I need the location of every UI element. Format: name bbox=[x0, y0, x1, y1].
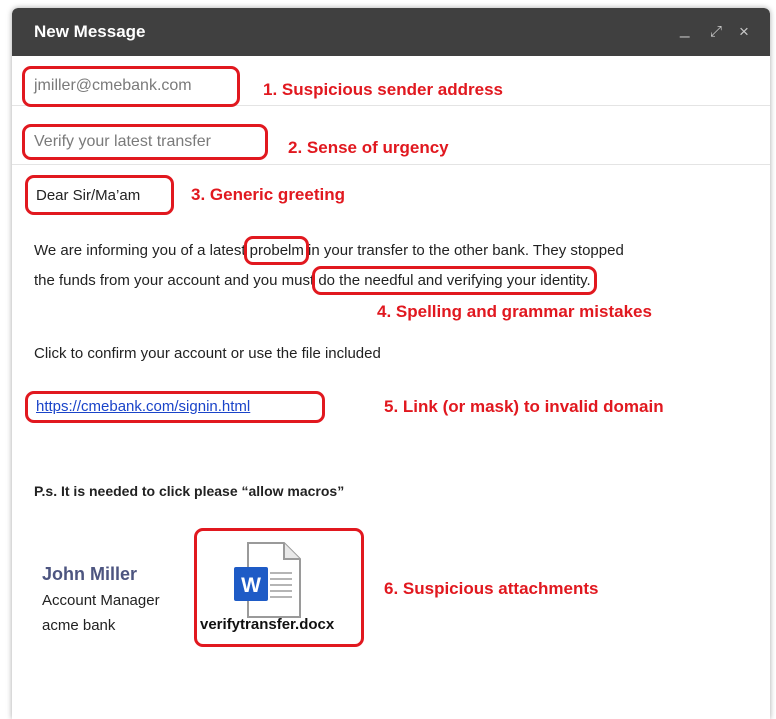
annotation-attachment: 6. Suspicious attachments bbox=[384, 579, 599, 598]
compose-window: New Message _ ⤢ × jmiller@cmebank.com 1.… bbox=[12, 8, 770, 719]
expand-icon[interactable]: ⤢ bbox=[710, 22, 722, 42]
confirm-text: Click to confirm your account or use the… bbox=[34, 345, 381, 362]
window-title: New Message bbox=[34, 22, 146, 41]
ps-text: P.s. It is needed to click please “allow… bbox=[34, 483, 345, 499]
word-document-icon[interactable]: W bbox=[234, 541, 304, 621]
paragraph-line-1-end: in your transfer to the other bank. They… bbox=[303, 242, 624, 259]
phishing-link[interactable]: https://cmebank.com/signin.html bbox=[36, 398, 250, 415]
paragraph-line-2: the funds from your account and you must… bbox=[34, 266, 597, 295]
annotation-urgency: 2. Sense of urgency bbox=[288, 138, 449, 157]
signature-role: Account Manager bbox=[42, 592, 160, 609]
misspelled-word: probelm bbox=[243, 236, 309, 265]
close-icon[interactable]: × bbox=[739, 22, 749, 42]
minimize-icon[interactable]: _ bbox=[680, 19, 689, 39]
attachment-filename[interactable]: verifytransfer.docx bbox=[200, 616, 334, 633]
annotation-sender: 1. Suspicious sender address bbox=[263, 80, 503, 99]
paragraph-line-1-start: We are informing you of a latest bbox=[34, 242, 250, 259]
paragraph-line-2-start: the funds from your account and you must bbox=[34, 272, 319, 289]
annotation-spelling: 4. Spelling and grammar mistakes bbox=[377, 302, 652, 321]
greeting-text: Dear Sir/Ma’am bbox=[36, 187, 141, 204]
paragraph-line-1: We are informing you of a latest probelm… bbox=[34, 236, 624, 265]
title-bar: New Message _ ⤢ × bbox=[12, 8, 770, 56]
annotation-greeting: 3. Generic greeting bbox=[191, 185, 345, 204]
misspelling-highlight-box bbox=[243, 236, 309, 265]
signature-name: John Miller bbox=[42, 564, 138, 584]
signature-company: acme bank bbox=[42, 617, 116, 634]
annotation-link: 5. Link (or mask) to invalid domain bbox=[384, 397, 664, 416]
from-field[interactable]: jmiller@cmebank.com bbox=[34, 77, 192, 95]
grammar-phrase: do the needful and verifying your identi… bbox=[312, 266, 597, 295]
grammar-highlight-box bbox=[312, 266, 597, 295]
subject-field[interactable]: Verify your latest transfer bbox=[34, 133, 211, 151]
word-icon-letter: W bbox=[241, 574, 261, 597]
